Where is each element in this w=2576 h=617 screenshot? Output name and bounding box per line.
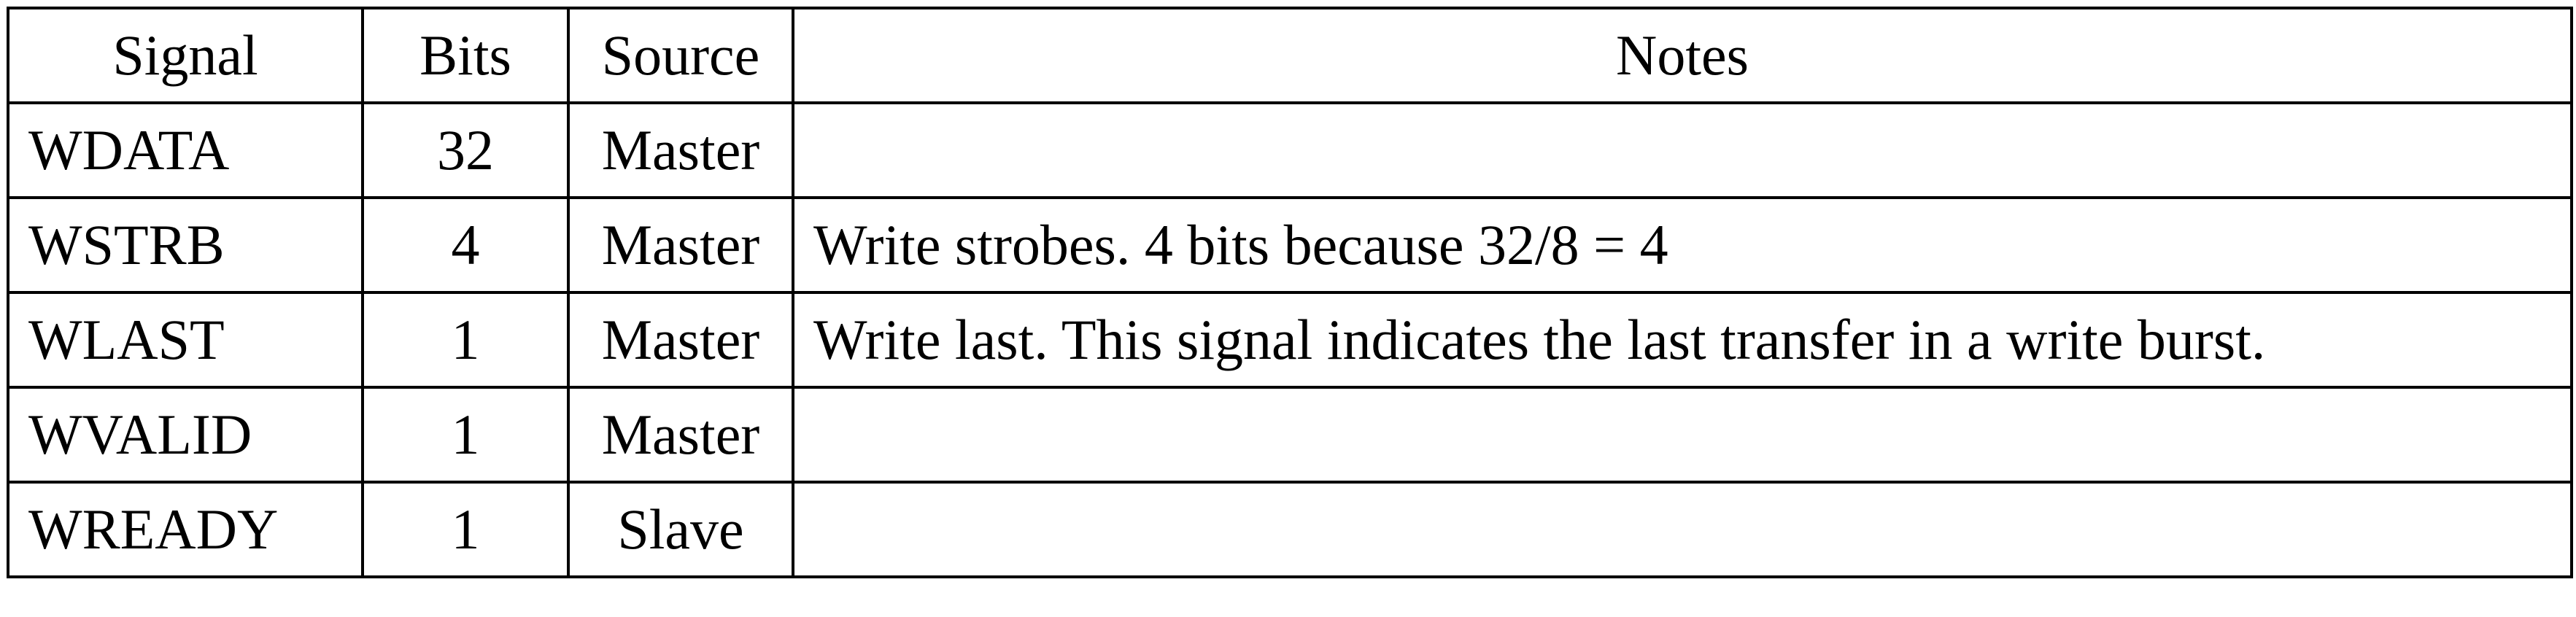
source-cell: Master xyxy=(567,291,794,389)
bits-cell: 4 xyxy=(361,196,570,294)
notes-cell xyxy=(792,386,2573,484)
signal-cell: WSTRB xyxy=(7,196,364,294)
table-row: WVALID 1 Master xyxy=(7,386,2573,484)
header-signal: Signal xyxy=(7,7,364,104)
source-cell: Slave xyxy=(567,481,794,578)
bits-cell: 1 xyxy=(361,386,570,484)
header-bits: Bits xyxy=(361,7,570,104)
source-cell: Master xyxy=(567,101,794,199)
signal-cell: WREADY xyxy=(7,481,364,578)
signal-table: Signal Bits Source Notes WDATA 32 Master… xyxy=(7,7,2573,578)
source-cell: Master xyxy=(567,196,794,294)
notes-cell: Write last. This signal indicates the la… xyxy=(792,291,2573,389)
signal-cell: WLAST xyxy=(7,291,364,389)
header-source: Source xyxy=(567,7,794,104)
notes-cell xyxy=(792,481,2573,578)
table-header-row: Signal Bits Source Notes xyxy=(7,7,2573,104)
bits-cell: 1 xyxy=(361,291,570,389)
table-row: WREADY 1 Slave xyxy=(7,481,2573,578)
document-page: Signal Bits Source Notes WDATA 32 Master… xyxy=(0,0,2576,617)
source-cell: Master xyxy=(567,386,794,484)
header-notes: Notes xyxy=(792,7,2573,104)
signal-cell: WVALID xyxy=(7,386,364,484)
notes-cell: Write strobes. 4 bits because 32/8 = 4 xyxy=(792,196,2573,294)
table-row: WDATA 32 Master xyxy=(7,101,2573,199)
notes-cell xyxy=(792,101,2573,199)
table-row: WLAST 1 Master Write last. This signal i… xyxy=(7,291,2573,389)
signal-cell: WDATA xyxy=(7,101,364,199)
bits-cell: 32 xyxy=(361,101,570,199)
bits-cell: 1 xyxy=(361,481,570,578)
table-row: WSTRB 4 Master Write strobes. 4 bits bec… xyxy=(7,196,2573,294)
